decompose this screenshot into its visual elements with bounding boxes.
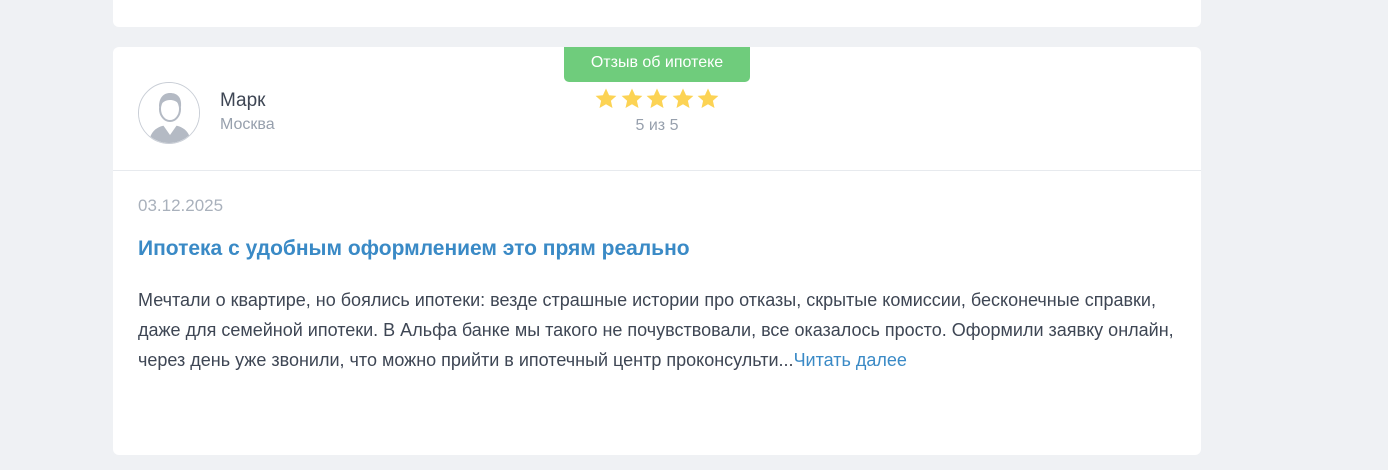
author-name: Марк bbox=[220, 90, 266, 111]
divider bbox=[113, 170, 1201, 171]
author-city: Москва bbox=[220, 116, 275, 133]
read-more-link[interactable]: Читать далее bbox=[794, 350, 907, 370]
star-icon bbox=[697, 88, 719, 108]
review-card: Отзыв об ипотеке Марк Москва 5 из 5 03.1… bbox=[113, 47, 1201, 455]
rating-stars bbox=[594, 87, 720, 113]
previous-review-card bbox=[113, 0, 1201, 27]
review-title-link[interactable]: Ипотека с удобным оформлением это прям р… bbox=[138, 237, 690, 261]
user-avatar-icon bbox=[138, 82, 200, 144]
star-icon bbox=[621, 88, 642, 108]
review-date: 03.12.2025 bbox=[138, 196, 224, 215]
review-text: Мечтали о квартире, но боялись ипотеки: … bbox=[138, 285, 1178, 375]
rating-text: 5 из 5 bbox=[635, 117, 679, 134]
review-body: Мечтали о квартире, но боялись ипотеки: … bbox=[138, 290, 1174, 370]
star-icon bbox=[595, 88, 617, 108]
star-icon bbox=[672, 88, 693, 108]
star-icon bbox=[646, 88, 668, 108]
review-category-tag: Отзыв об ипотеке bbox=[564, 47, 750, 82]
